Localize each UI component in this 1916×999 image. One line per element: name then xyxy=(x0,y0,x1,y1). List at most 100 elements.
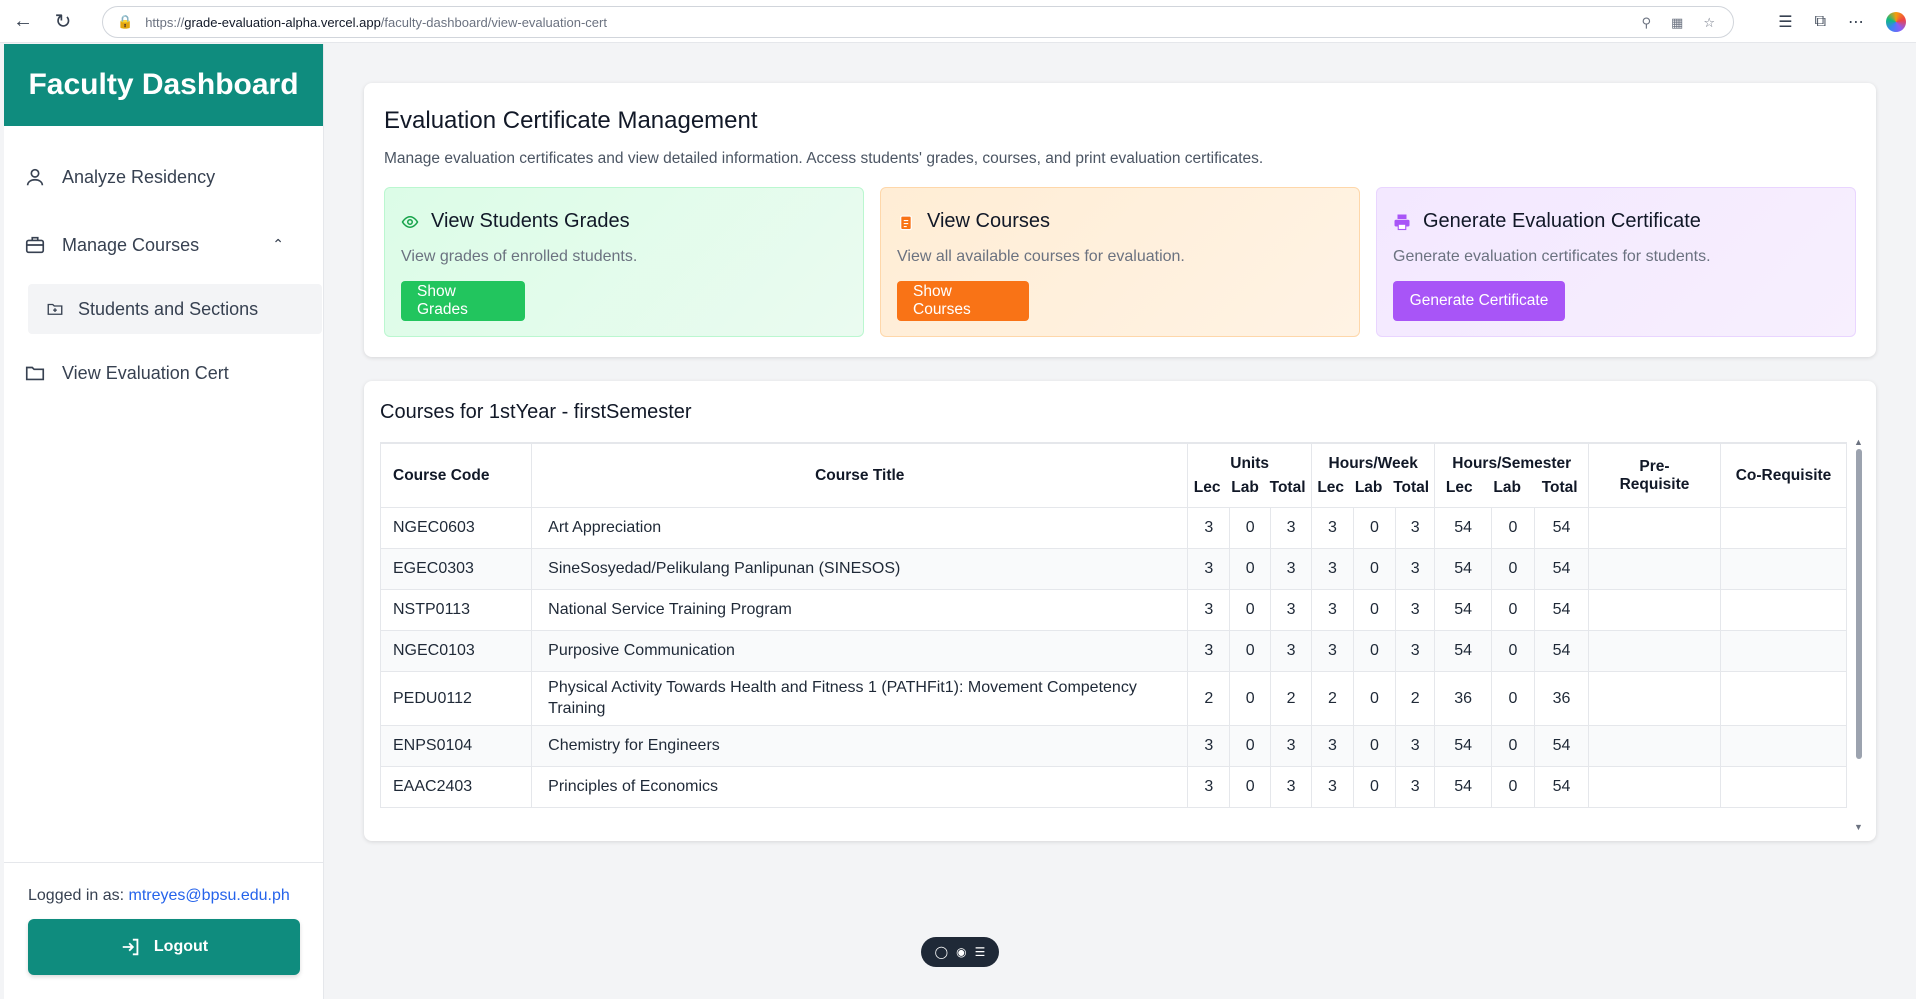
cell-prerequisite xyxy=(1588,671,1721,726)
reload-icon[interactable]: ↻ xyxy=(46,4,80,38)
cell-corequisite xyxy=(1719,671,1847,726)
browser-toolbar: ← ↻ 🔒 https://grade-evaluation-alpha.ver… xyxy=(0,0,1916,43)
cell-prerequisite xyxy=(1588,725,1721,767)
cell-value: 0 xyxy=(1352,589,1396,631)
sidebar: Faculty Dashboard Analyze Residency Mana… xyxy=(4,44,324,999)
header-hours-semester-label: Hours/Semester xyxy=(1452,454,1572,472)
feature-title: Generate Evaluation Certificate xyxy=(1393,210,1701,233)
cell-corequisite xyxy=(1719,766,1847,808)
favorites-icon[interactable]: ☰ xyxy=(1778,12,1792,32)
chevron-up-icon[interactable]: ⌃ xyxy=(272,236,284,253)
show-courses-button[interactable]: Show Courses xyxy=(897,281,1029,321)
cell-prerequisite xyxy=(1588,507,1721,549)
copilot-icon[interactable] xyxy=(1886,12,1906,32)
sidebar-item-label: Manage Courses xyxy=(62,234,200,255)
toggle-icon[interactable]: ◉ xyxy=(956,945,966,959)
cell-value: 0 xyxy=(1229,725,1272,767)
comment-icon[interactable]: ◯ xyxy=(935,945,948,959)
cell-value: 0 xyxy=(1490,507,1536,549)
feature-title-text: Generate Evaluation Certificate xyxy=(1423,210,1701,232)
sidebar-item-manage-courses[interactable]: Manage Courses ⌃ xyxy=(24,234,304,256)
collections-icon[interactable]: ⧉ xyxy=(1815,13,1826,31)
cell-course-title: National Service Training Program xyxy=(531,589,1189,631)
cell-value: 3 xyxy=(1270,766,1312,808)
cell-value: 0 xyxy=(1229,507,1272,549)
header-prerequisite: Pre-Requisite xyxy=(1588,443,1721,508)
cell-prerequisite xyxy=(1588,766,1721,808)
cell-value: 3 xyxy=(1187,589,1231,631)
sidebar-item-analyze-residency[interactable]: Analyze Residency xyxy=(24,166,215,188)
sidebar-item-students-and-sections[interactable]: Students and Sections xyxy=(28,284,322,334)
table-row: PEDU0112 Physical Activity Towards Health… xyxy=(380,671,1847,726)
view-grades-card: View Students Grades View grades of enro… xyxy=(384,187,864,337)
cell-value: 0 xyxy=(1352,725,1396,767)
logged-in-label: Logged in as: xyxy=(28,887,125,904)
feature-title: View Courses xyxy=(897,210,1050,233)
cell-value: 0 xyxy=(1490,548,1536,590)
printer-icon xyxy=(1394,214,1410,230)
sub-total: Total xyxy=(1269,478,1306,496)
more-icon[interactable]: ⋯ xyxy=(1848,12,1864,32)
table-row: NGEC0103 Purposive Communication 3 0 3 3 0 3 54 0… xyxy=(380,630,1847,672)
scroll-thumb[interactable] xyxy=(1856,449,1862,759)
cell-prerequisite xyxy=(1588,548,1721,590)
eye-icon xyxy=(401,215,419,228)
site-info-icon[interactable]: 🔒 xyxy=(117,14,133,30)
sidebar-title: Faculty Dashboard xyxy=(4,44,323,126)
feature-title: View Students Grades xyxy=(401,210,630,233)
user-email[interactable]: mtreyes@bpsu.edu.ph xyxy=(129,887,290,904)
divider xyxy=(4,862,324,863)
cell-corequisite xyxy=(1719,589,1847,631)
table-row: EAAC2403 Principles of Economics 3 0 3 3 0 3 54 0… xyxy=(380,766,1847,808)
cell-value: 3 xyxy=(1310,589,1354,631)
menu-icon[interactable]: ☰ xyxy=(975,945,986,959)
cell-value: 3 xyxy=(1310,630,1354,672)
url-path: /faculty-dashboard/view-evaluation-cert xyxy=(380,14,607,30)
cell-value: 0 xyxy=(1229,589,1272,631)
header-units: Units Lec Lab Total xyxy=(1187,443,1312,508)
cell-value: 36 xyxy=(1434,671,1492,726)
key-icon[interactable]: ⚲ xyxy=(1642,15,1652,31)
cell-value: 3 xyxy=(1394,507,1436,549)
cell-value: 3 xyxy=(1187,725,1231,767)
folder-icon xyxy=(25,366,45,381)
sidebar-item-view-evaluation-cert[interactable]: View Evaluation Cert xyxy=(24,362,229,384)
address-bar[interactable]: 🔒 https://grade-evaluation-alpha.vercel.… xyxy=(102,6,1734,38)
generate-certificate-card: Generate Evaluation Certificate Generate… xyxy=(1376,187,1856,337)
cell-value: 0 xyxy=(1229,766,1272,808)
cell-value: 54 xyxy=(1434,630,1492,672)
sidebar-item-label: Analyze Residency xyxy=(62,166,216,187)
feature-title-text: View Students Grades xyxy=(431,210,630,232)
feature-title-text: View Courses xyxy=(927,210,1051,232)
cell-value: 3 xyxy=(1310,766,1354,808)
briefcase-icon xyxy=(25,236,45,254)
back-icon[interactable]: ← xyxy=(6,4,40,38)
generate-certificate-button[interactable]: Generate Certificate xyxy=(1393,281,1565,321)
logout-button[interactable]: Logout xyxy=(28,919,300,975)
logged-in-info: Logged in as: mtreyes@bpsu.edu.ph xyxy=(28,887,290,905)
page-title: Evaluation Certificate Management xyxy=(384,107,758,134)
header-corequisite: Co-Requisite xyxy=(1719,443,1847,508)
page-description: Manage evaluation certificates and view … xyxy=(384,150,1264,167)
scroll-down-icon[interactable]: ▼ xyxy=(1854,822,1863,832)
cell-value: 54 xyxy=(1434,589,1492,631)
show-grades-button[interactable]: Show Grades xyxy=(401,281,525,321)
table-scroll-area[interactable]: Course Code Course Title Units Lec Lab Tot… xyxy=(380,442,1847,826)
favorite-star-icon[interactable]: ☆ xyxy=(1703,15,1715,31)
table-row: ENPS0104 Chemistry for Engineers 3 0 3 3 0 3 54 0… xyxy=(380,725,1847,767)
feature-description: View grades of enrolled students. xyxy=(401,248,638,265)
user-icon xyxy=(26,168,44,186)
floating-toolbar[interactable]: ◯ ◉ ☰ xyxy=(921,937,999,967)
header-units-label: Units xyxy=(1230,454,1270,472)
cell-value: 54 xyxy=(1434,725,1492,767)
cell-course-code: ENPS0104 xyxy=(380,725,533,767)
cell-course-title: Chemistry for Engineers xyxy=(531,725,1189,767)
cell-value: 36 xyxy=(1534,671,1590,726)
cell-course-title: SineSosyedad/Pelikulang Panlipunan (SINE… xyxy=(531,548,1189,590)
cell-corequisite xyxy=(1719,507,1847,549)
table-scrollbar[interactable]: ▲ ▼ xyxy=(1854,437,1864,832)
cell-course-code: NGEC0603 xyxy=(380,507,533,549)
apps-icon[interactable]: ▦ xyxy=(1671,15,1683,31)
cell-value: 0 xyxy=(1490,766,1536,808)
scroll-up-icon[interactable]: ▲ xyxy=(1854,437,1863,447)
